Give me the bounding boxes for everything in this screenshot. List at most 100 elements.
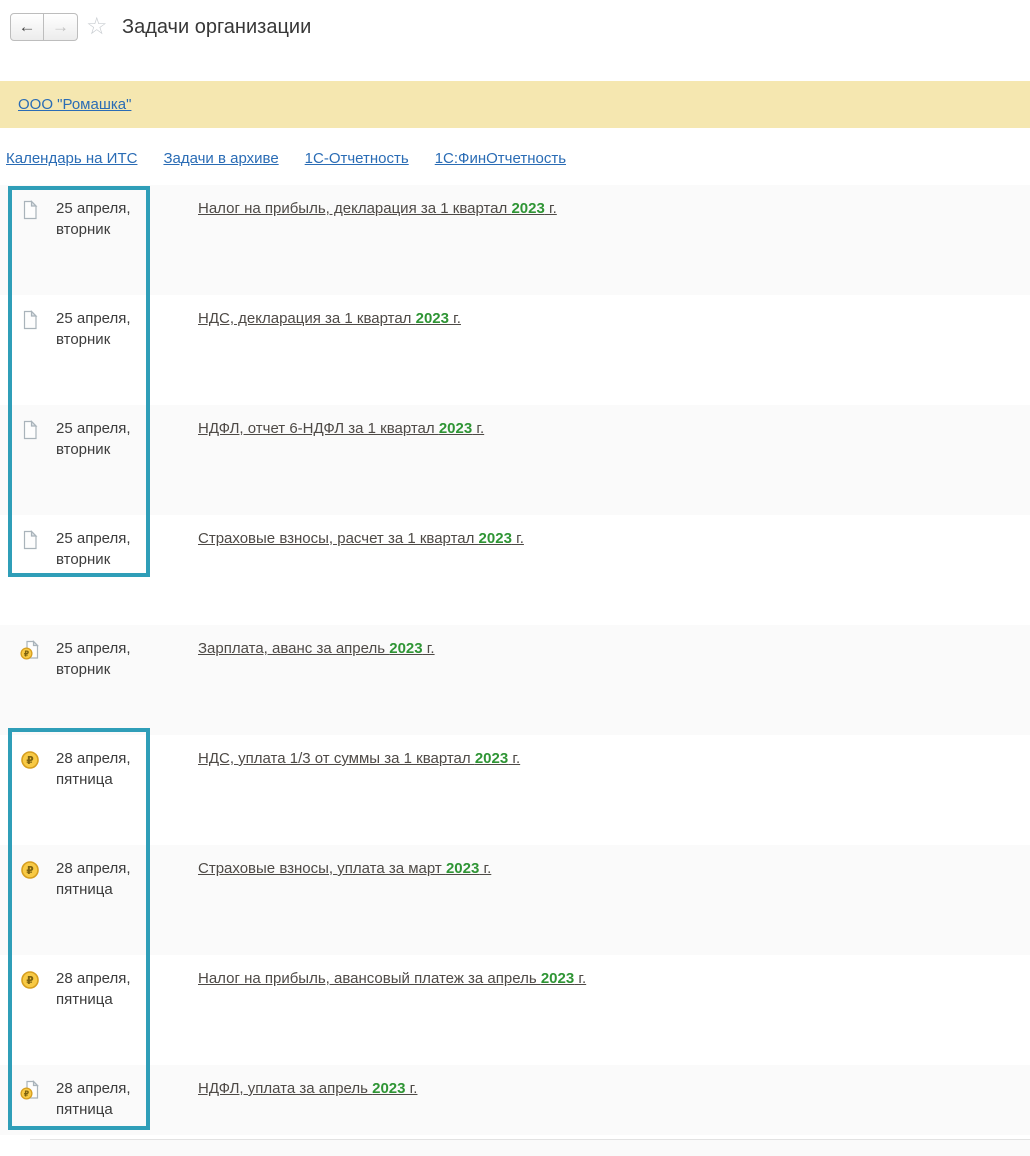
organization-link[interactable]: ООО "Ромашка"	[18, 96, 131, 113]
payment-report-icon: ₽ ₽	[20, 640, 40, 660]
task-date-line2: вторник	[56, 439, 144, 460]
task-date: 25 апреля, вторник	[56, 308, 144, 350]
payment-icon: ₽ ₽	[20, 860, 40, 880]
task-title-year: 2023	[439, 420, 472, 437]
nav-link-1c-finreporting[interactable]: 1С:ФинОтчетность	[435, 150, 566, 167]
svg-text:₽: ₽	[24, 1089, 29, 1098]
nav-links-row: Календарь на ИТС Задачи в архиве 1С-Отче…	[6, 150, 566, 167]
task-title-year: 2023	[372, 1080, 405, 1097]
report-icon: ₽ ₽	[20, 420, 40, 440]
task-title-suffix: г.	[545, 200, 557, 217]
task-row: ₽ ₽ 25 апреля, вторник НДС, декларация з…	[0, 295, 1030, 405]
forward-button[interactable]: →	[44, 13, 78, 41]
task-row: ₽ ₽ 25 апреля, вторник НДФЛ, отчет 6-НДФ…	[0, 405, 1030, 515]
svg-text:₽: ₽	[26, 975, 33, 987]
report-icon: ₽ ₽	[20, 530, 40, 550]
task-title-text: Зарплата, аванс за апрель	[198, 640, 389, 657]
task-date: 28 апреля, пятница	[56, 858, 144, 900]
svg-text:₽: ₽	[24, 649, 29, 658]
task-date-line1: 25 апреля,	[56, 418, 144, 439]
task-date-line1: 25 апреля,	[56, 308, 144, 329]
task-date-line1: 28 апреля,	[56, 748, 144, 769]
task-date: 28 апреля, пятница	[56, 1078, 144, 1120]
task-title-text: Налог на прибыль, авансовый платеж за ап…	[198, 970, 541, 987]
task-row: ₽ ₽ 28 апреля, пятница НДС, уплата 1/3 о…	[0, 735, 1030, 845]
task-date-line2: вторник	[56, 219, 144, 240]
task-date-line1: 28 апреля,	[56, 968, 144, 989]
page-title: Задачи организации	[122, 16, 311, 39]
task-date-line1: 25 апреля,	[56, 528, 144, 549]
task-title-suffix: г.	[508, 750, 520, 767]
tasks-window: ← → ☆ Задачи организации ООО "Ромашка" К…	[0, 0, 1030, 1156]
task-link[interactable]: НДС, декларация за 1 квартал 2023 г.	[198, 308, 461, 329]
nav-link-archive-tasks[interactable]: Задачи в архиве	[163, 150, 278, 167]
task-title-text: Налог на прибыль, декларация за 1 кварта…	[198, 200, 511, 217]
task-date-line2: вторник	[56, 329, 144, 350]
task-link[interactable]: Страховые взносы, уплата за март 2023 г.	[198, 858, 491, 879]
task-title-year: 2023	[541, 970, 574, 987]
task-title-text: НДС, декларация за 1 квартал	[198, 310, 416, 327]
task-date-line1: 25 апреля,	[56, 198, 144, 219]
task-date: 25 апреля, вторник	[56, 638, 144, 680]
payment-icon: ₽ ₽	[20, 750, 40, 770]
task-date: 25 апреля, вторник	[56, 418, 144, 460]
task-date-line2: пятница	[56, 769, 144, 790]
task-date: 28 апреля, пятница	[56, 748, 144, 790]
svg-text:₽: ₽	[26, 865, 33, 877]
task-link[interactable]: НДФЛ, отчет 6-НДФЛ за 1 квартал 2023 г.	[198, 418, 484, 439]
report-icon: ₽ ₽	[20, 310, 40, 330]
task-date-line2: пятница	[56, 1099, 144, 1120]
favorite-star-icon[interactable]: ☆	[86, 12, 108, 41]
report-icon: ₽ ₽	[20, 200, 40, 220]
task-title-suffix: г.	[574, 970, 586, 987]
history-nav: ← →	[10, 13, 78, 41]
task-date-line1: 28 апреля,	[56, 1078, 144, 1099]
task-link[interactable]: Налог на прибыль, авансовый платеж за ап…	[198, 968, 586, 989]
task-row: ₽ ₽ 25 апреля, вторник Налог на прибыль,…	[0, 185, 1030, 295]
task-link[interactable]: Зарплата, аванс за апрель 2023 г.	[198, 638, 435, 659]
task-date-line1: 28 апреля,	[56, 858, 144, 879]
task-title-text: Страховые взносы, расчет за 1 квартал	[198, 530, 479, 547]
task-row: ₽ ₽ 25 апреля, вторник Страховые взносы,…	[0, 515, 1030, 625]
task-title-suffix: г.	[449, 310, 461, 327]
task-title-year: 2023	[479, 530, 512, 547]
task-title-year: 2023	[446, 860, 479, 877]
task-title-text: НДФЛ, отчет 6-НДФЛ за 1 квартал	[198, 420, 439, 437]
task-row: ₽ ₽ 28 апреля, пятница Налог на прибыль,…	[0, 955, 1030, 1065]
task-link[interactable]: НДФЛ, уплата за апрель 2023 г.	[198, 1078, 417, 1099]
task-title-suffix: г.	[406, 1080, 418, 1097]
task-date-line2: пятница	[56, 989, 144, 1010]
task-title-year: 2023	[416, 310, 449, 327]
back-button[interactable]: ←	[10, 13, 44, 41]
task-date-line2: вторник	[56, 659, 144, 680]
task-title-text: НДФЛ, уплата за апрель	[198, 1080, 372, 1097]
task-link[interactable]: Страховые взносы, расчет за 1 квартал 20…	[198, 528, 524, 549]
partial-next-row	[30, 1140, 1030, 1156]
task-date-line2: вторник	[56, 549, 144, 570]
task-title-year: 2023	[389, 640, 422, 657]
task-list: ₽ ₽ 25 апреля, вторник Налог на прибыль,…	[0, 185, 1030, 1135]
task-title-suffix: г.	[479, 860, 491, 877]
svg-text:₽: ₽	[26, 755, 33, 767]
nav-link-calendar-its[interactable]: Календарь на ИТС	[6, 150, 137, 167]
task-link[interactable]: НДС, уплата 1/3 от суммы за 1 квартал 20…	[198, 748, 520, 769]
payment-icon: ₽ ₽	[20, 970, 40, 990]
nav-link-1c-reporting[interactable]: 1С-Отчетность	[305, 150, 409, 167]
task-date: 25 апреля, вторник	[56, 528, 144, 570]
task-title-text: НДС, уплата 1/3 от суммы за 1 квартал	[198, 750, 475, 767]
task-link[interactable]: Налог на прибыль, декларация за 1 кварта…	[198, 198, 557, 219]
task-title-year: 2023	[475, 750, 508, 767]
task-title-suffix: г.	[472, 420, 484, 437]
task-title-suffix: г.	[512, 530, 524, 547]
task-date: 25 апреля, вторник	[56, 198, 144, 240]
task-date-line1: 25 апреля,	[56, 638, 144, 659]
task-title-suffix: г.	[423, 640, 435, 657]
task-date: 28 апреля, пятница	[56, 968, 144, 1010]
task-row: ₽ ₽ 25 апреля, вторник Зарплата, аванс з…	[0, 625, 1030, 735]
payment-report-icon: ₽ ₽	[20, 1080, 40, 1100]
task-row: ₽ ₽ 28 апреля, пятница НДФЛ, уплата за а…	[0, 1065, 1030, 1135]
task-row: ₽ ₽ 28 апреля, пятница Страховые взносы,…	[0, 845, 1030, 955]
task-title-text: Страховые взносы, уплата за март	[198, 860, 446, 877]
organization-banner: ООО "Ромашка"	[0, 81, 1030, 128]
task-date-line2: пятница	[56, 879, 144, 900]
